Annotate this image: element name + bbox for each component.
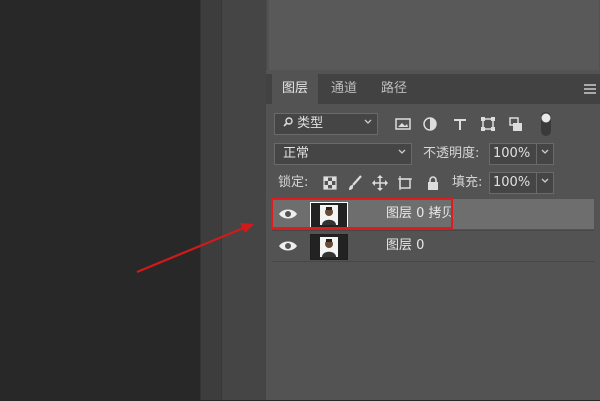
- lock-all-icon[interactable]: [424, 174, 442, 192]
- canvas-area: [0, 0, 200, 400]
- panel-dock-strip: [221, 0, 267, 400]
- filter-toggle-icon[interactable]: [540, 111, 552, 137]
- eye-icon[interactable]: [278, 239, 298, 253]
- lock-label: 锁定:: [278, 175, 309, 190]
- highlight-box: [271, 198, 453, 229]
- upper-panel: [266, 0, 600, 70]
- image-filter-icon[interactable]: [394, 115, 412, 133]
- panel-tabs: 图层 通道 路径: [266, 74, 600, 104]
- search-icon: [283, 114, 293, 134]
- fill-label: 填充:: [452, 175, 483, 190]
- opacity-input[interactable]: 100%: [489, 143, 537, 165]
- blend-mode-value: 正常: [283, 146, 310, 161]
- opacity-label: 不透明度:: [423, 146, 480, 161]
- chevron-down-icon: [541, 178, 549, 183]
- chevron-down-icon: [541, 149, 549, 154]
- filter-type-label: 类型: [297, 116, 324, 131]
- shape-filter-icon[interactable]: [479, 115, 497, 133]
- layer-thumbnail: [310, 234, 348, 260]
- fill-input[interactable]: 100%: [489, 172, 537, 194]
- layer-name[interactable]: 图层 0: [386, 231, 424, 261]
- brush-icon[interactable]: [346, 174, 364, 192]
- layer-filter-select[interactable]: 类型: [274, 113, 378, 135]
- lock-transparent-pixels-icon[interactable]: [321, 174, 339, 192]
- adjustment-filter-icon[interactable]: [421, 115, 439, 133]
- opacity-dropdown[interactable]: [536, 143, 554, 165]
- layers-empty-area: [272, 261, 594, 401]
- portrait-thumbnail-icon: [320, 237, 338, 257]
- tab-channels[interactable]: 通道: [322, 74, 366, 104]
- blend-mode-select[interactable]: 正常: [274, 143, 412, 165]
- move-icon[interactable]: [371, 174, 389, 192]
- artboard-lock-icon[interactable]: [396, 174, 414, 192]
- layer-row-original[interactable]: 图层 0: [272, 230, 594, 261]
- smart-object-filter-icon[interactable]: [507, 115, 525, 133]
- toolbar-strip: [200, 0, 222, 400]
- chevron-down-icon: [398, 149, 406, 154]
- fill-dropdown[interactable]: [536, 172, 554, 194]
- text-filter-icon[interactable]: [451, 115, 469, 133]
- tab-layers[interactable]: 图层: [272, 74, 318, 104]
- chevron-down-icon: [364, 119, 372, 124]
- tab-paths[interactable]: 路径: [372, 74, 416, 104]
- panel-menu-icon[interactable]: [584, 84, 596, 94]
